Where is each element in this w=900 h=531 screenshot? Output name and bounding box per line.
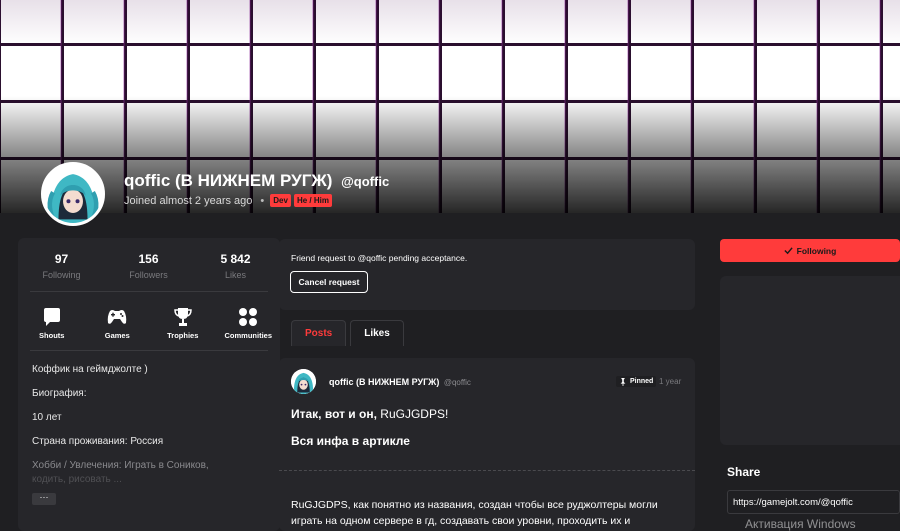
bio-line: Биография:	[32, 388, 87, 399]
profile-bio: Коффик на геймджолте ) Биография: 10 лет…	[32, 364, 268, 498]
post-subheading: Вся инфа в артикле	[291, 434, 410, 448]
communities-icon	[239, 308, 258, 326]
stat-following[interactable]: 97 Following	[18, 252, 105, 280]
post-heading: Итак, вот и он, RuGJGDPS!	[291, 407, 448, 421]
tag-pronouns: He / Him	[293, 194, 332, 207]
post-author[interactable]: qoffic (В НИЖНЕМ РУГЖ) @qoffic	[329, 377, 471, 387]
tab-posts[interactable]: Posts	[291, 320, 347, 346]
nav-shouts-label: Shouts	[39, 331, 65, 340]
pinned-post-card[interactable]: qoffic (В НИЖНЕМ РУГЖ) @qoffic Pinned 1 …	[279, 358, 695, 531]
bio-line-faded: кодить, рисовать ...	[32, 474, 122, 485]
nav-games-label: Games	[104, 331, 130, 340]
share-url-field[interactable]	[727, 490, 900, 514]
profile-display-name: qoffic (В НИЖНЕМ РУГЖ) @qoffic	[124, 171, 389, 191]
post-heading-bold: Итак, вот и он,	[291, 407, 381, 421]
stat-likes[interactable]: 5 842 Likes	[192, 252, 279, 280]
post-timestamp: 1 year	[659, 377, 682, 386]
bio-line: 10 лет	[32, 412, 62, 423]
bio-expand-button[interactable]: ···	[32, 493, 56, 505]
content-tabs: Posts Likes	[291, 320, 408, 346]
post-heading-link: RuGJGDPS!	[380, 407, 449, 421]
pinned-label: Pinned	[630, 378, 654, 385]
share-heading: Share	[727, 465, 761, 479]
bio-line: Коффик на геймджолте )	[32, 364, 148, 375]
check-icon	[784, 247, 793, 255]
profile-username[interactable]: @qoffic	[341, 174, 389, 189]
nav-shouts[interactable]: Shouts	[20, 306, 84, 340]
post-author-name: qoffic (В НИЖНЕМ РУГЖ)	[329, 377, 440, 387]
stats-row: 97 Following 156 Followers 5 842 Likes	[18, 252, 280, 280]
separator-dot: •	[260, 194, 265, 207]
stat-likes-label: Likes	[224, 270, 246, 280]
profile-meta-row: Joined almost 2 years ago • Dev He / Him	[124, 194, 335, 207]
nav-trophies-label: Trophies	[167, 331, 199, 340]
post-body: RuGJGDPS, как понятно из названия, созда…	[291, 499, 658, 527]
nav-trophies[interactable]: Trophies	[151, 306, 215, 340]
avatar-image	[291, 369, 316, 394]
tag-dev: Dev	[270, 194, 291, 207]
nav-communities-label: Communities	[224, 331, 272, 340]
bio-line-faded: Хобби / Увлечения: Играть в Соников,	[32, 460, 209, 471]
friend-request-text: Friend request to @qoffic pending accept…	[291, 253, 468, 263]
display-name-text: qoffic (В НИЖНЕМ РУГЖ)	[124, 171, 333, 190]
joined-text: Joined almost 2 years ago	[124, 194, 253, 207]
profile-avatar[interactable]	[41, 162, 105, 226]
post-author-avatar[interactable]	[291, 369, 316, 394]
windows-activation-watermark: Активация Windows	[745, 517, 856, 531]
stat-following-value: 97	[54, 252, 69, 266]
stat-followers[interactable]: 156 Followers	[105, 252, 192, 280]
right-sidebar-card	[720, 276, 900, 445]
nav-communities[interactable]: Communities	[217, 306, 281, 340]
profile-sidebar: 97 Following 156 Followers 5 842 Likes S…	[18, 238, 280, 531]
following-button[interactable]: Following	[720, 239, 900, 262]
stats-divider	[30, 291, 268, 292]
stat-followers-label: Followers	[129, 270, 168, 280]
avatar-image	[44, 165, 102, 223]
nav-games[interactable]: Games	[86, 306, 150, 340]
gamepad-icon	[108, 310, 127, 324]
post-author-username: @qoffic	[443, 378, 471, 387]
shouts-icon	[43, 308, 60, 326]
profile-nav: Shouts Games Trophies Communities	[18, 306, 280, 340]
bio-line: Страна проживания: Россия	[32, 436, 164, 447]
stat-followers-value: 156	[138, 252, 159, 266]
trophy-icon	[173, 308, 192, 326]
cancel-request-button[interactable]: Cancel request	[290, 271, 368, 293]
post-divider	[279, 470, 695, 471]
tab-likes[interactable]: Likes	[350, 320, 404, 346]
nav-divider	[30, 350, 268, 351]
pin-icon	[620, 377, 626, 386]
friend-request-card: Friend request to @qoffic pending accept…	[279, 239, 695, 310]
pinned-badge: Pinned	[616, 376, 657, 387]
stat-likes-value: 5 842	[220, 252, 251, 266]
stat-following-label: Following	[42, 270, 81, 280]
following-label: Following	[796, 245, 837, 256]
